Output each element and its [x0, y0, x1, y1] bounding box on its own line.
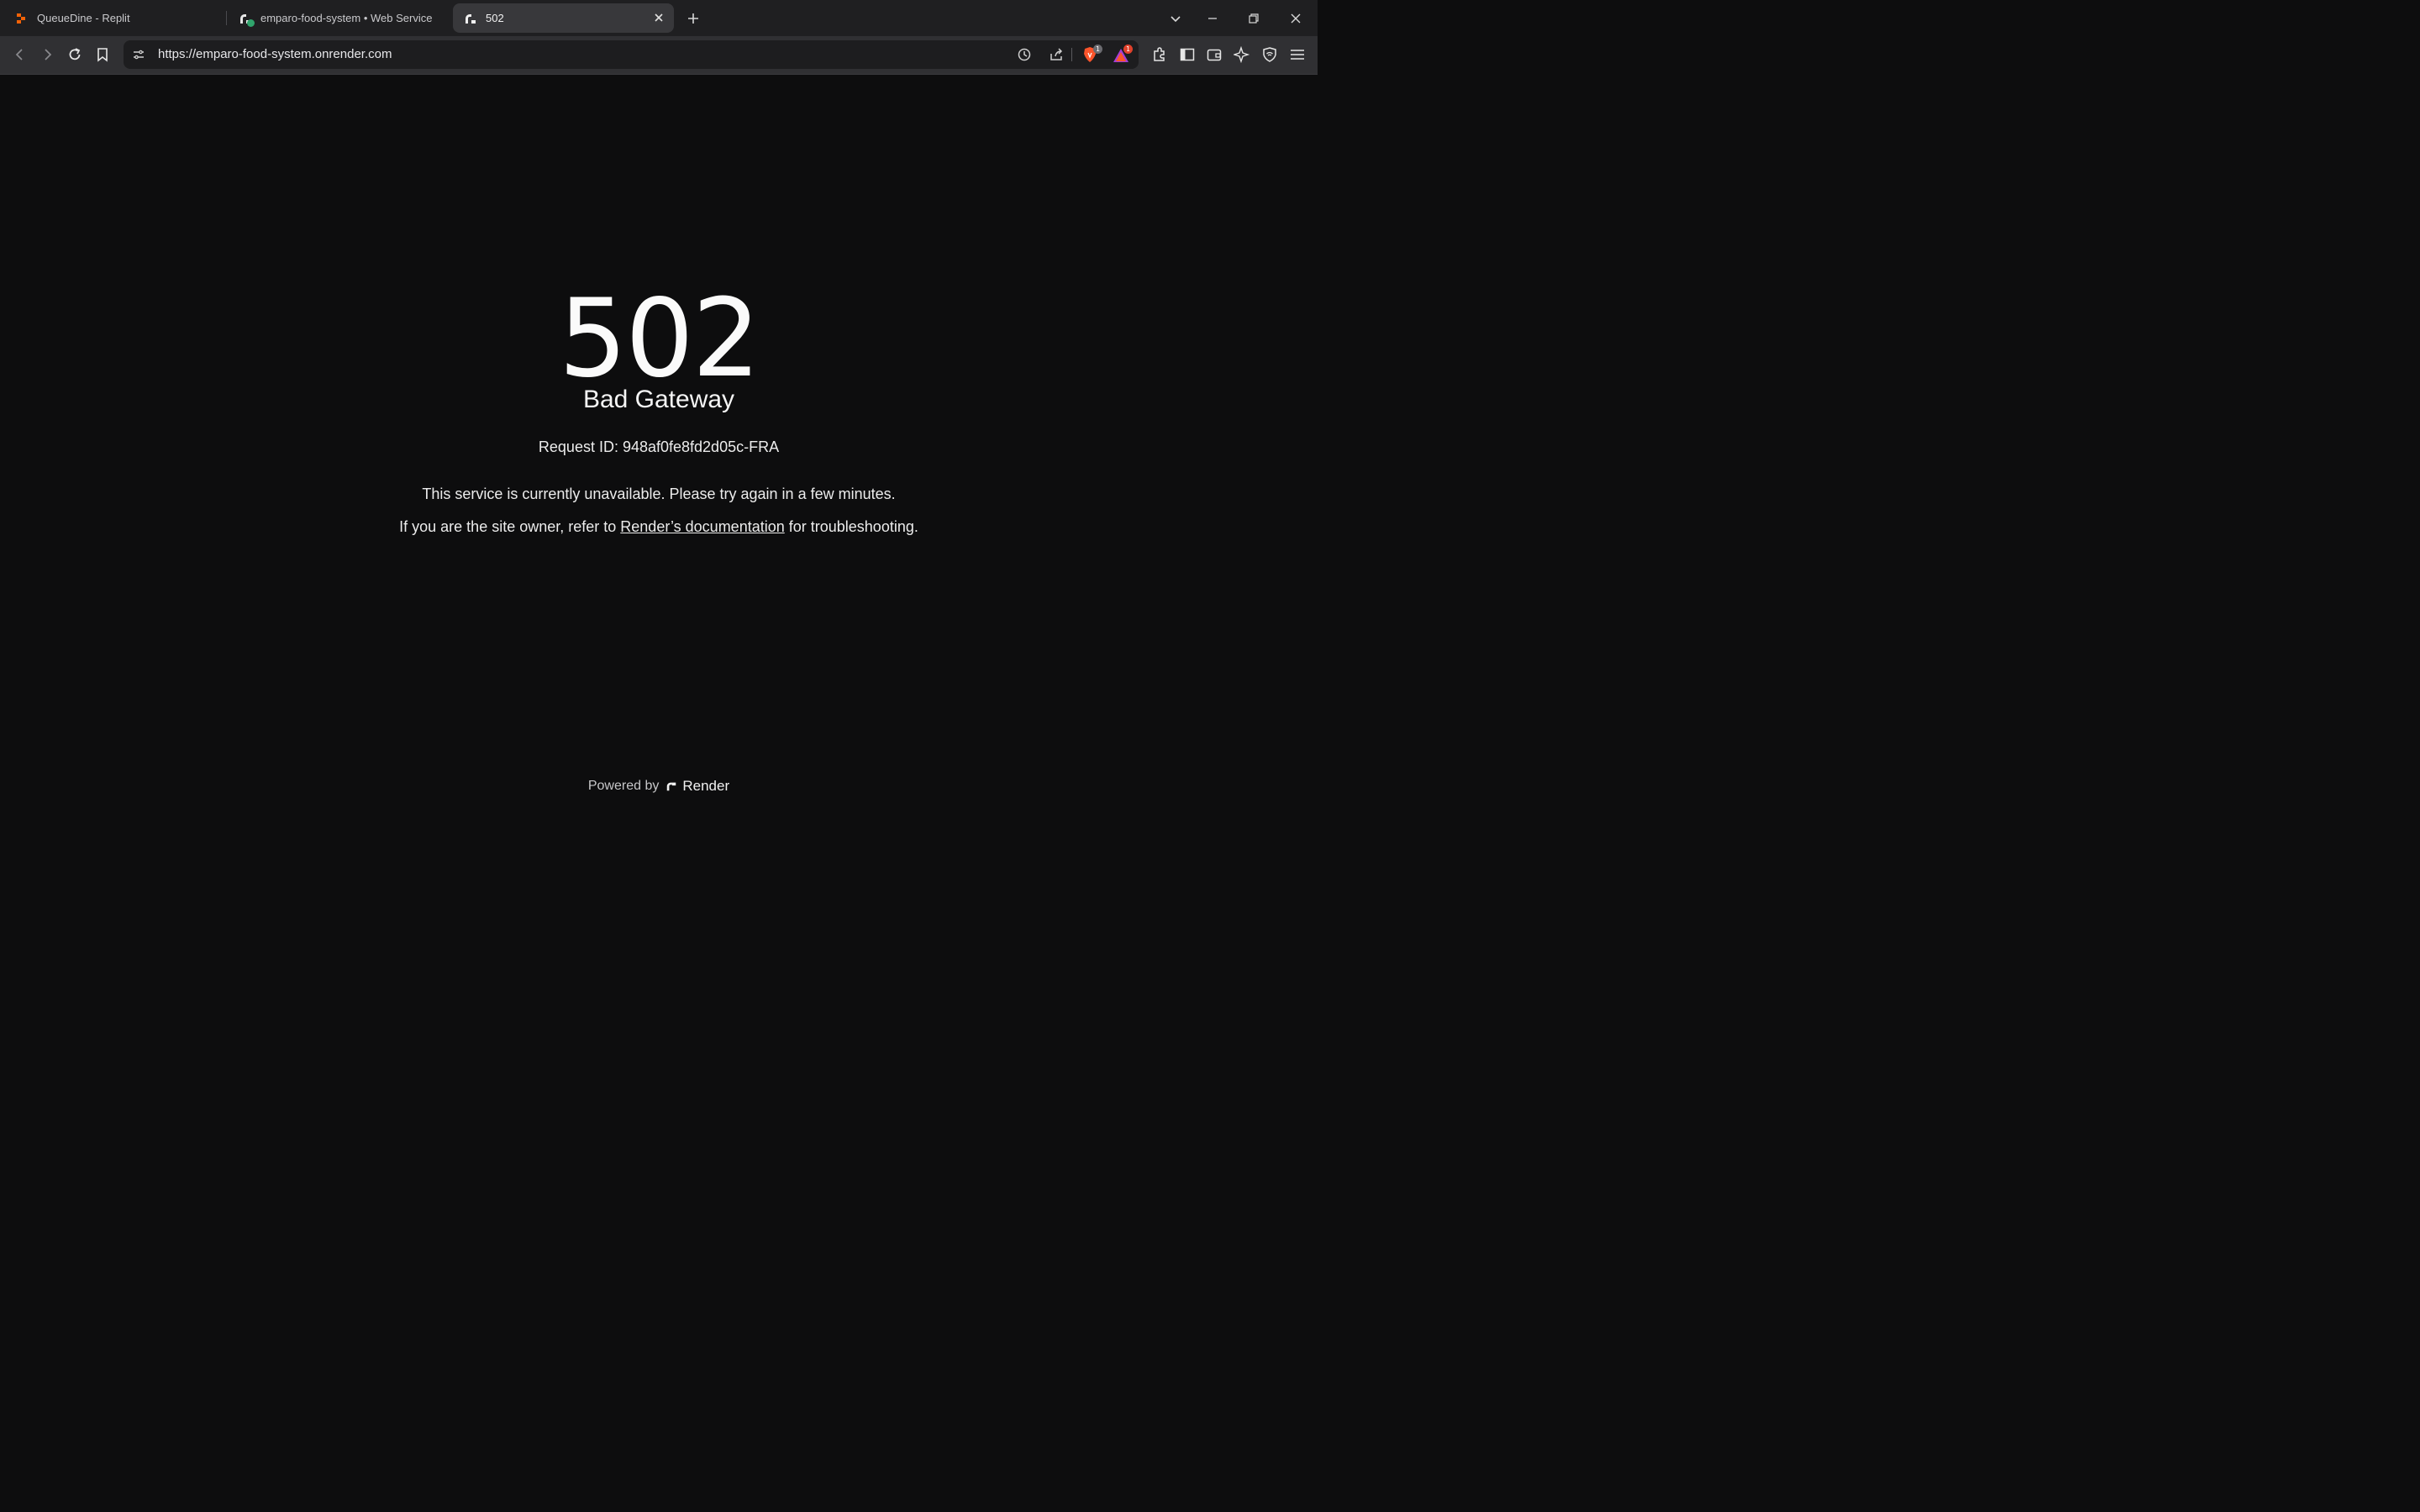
tab-title: QueueDine - Replit [37, 12, 130, 24]
new-tab-button[interactable] [681, 7, 705, 30]
docs-link[interactable]: Render’s documentation [620, 518, 784, 535]
powered-by-label: Powered by [587, 779, 660, 793]
restore-button[interactable] [1242, 7, 1265, 30]
tab-render-dashboard[interactable]: emparo-food-system • Web Service [232, 3, 442, 33]
site-info-icon[interactable] [132, 48, 145, 66]
status-check-icon [247, 18, 255, 27]
toolbar-divider [1071, 48, 1072, 61]
owner-message: If you are the site owner, refer to Rend… [0, 518, 1318, 536]
share-icon[interactable] [1049, 47, 1064, 66]
tab-divider [226, 11, 227, 25]
back-button[interactable] [8, 43, 32, 66]
owner-suffix: for troubleshooting. [784, 518, 918, 535]
render-icon [239, 12, 255, 27]
wallet-icon[interactable] [1202, 43, 1226, 66]
url-text[interactable]: https://emparo-food-system.onrender.com [158, 47, 392, 61]
rewards-badge: 1 [1123, 45, 1133, 54]
shields-badge: 1 [1093, 45, 1102, 54]
tab-502[interactable]: 502 [453, 3, 674, 33]
tab-replit[interactable]: QueueDine - Replit [8, 3, 218, 33]
render-icon [464, 12, 477, 25]
render-brand[interactable]: Render [682, 778, 729, 795]
request-id: Request ID: 948af0fe8fd2d05c-FRA [538, 438, 780, 455]
page-content: 502 Bad Gateway Request ID: 948af0fe8fd2… [0, 75, 1318, 823]
render-logo-icon [666, 780, 677, 792]
extensions-icon[interactable] [1148, 43, 1171, 66]
owner-prefix: If you are the site owner, refer to [399, 518, 621, 535]
browser-toolbar: https://emparo-food-system.onrender.com … [0, 36, 1318, 75]
minimize-button[interactable] [1201, 7, 1224, 30]
sidebar-icon[interactable] [1176, 43, 1199, 66]
bookmark-button[interactable] [91, 43, 114, 66]
tab-list-chevron-icon[interactable] [1164, 7, 1187, 30]
unavailable-message: This service is currently unavailable. P… [422, 486, 896, 502]
replit-icon [15, 12, 29, 25]
leo-ai-icon[interactable] [1230, 43, 1254, 66]
history-icon[interactable] [1017, 47, 1032, 66]
tab-title: emparo-food-system • Web Service [260, 12, 433, 24]
reload-button[interactable] [63, 43, 87, 66]
powered-by-footer: Powered by Render [0, 778, 1318, 795]
close-window-button[interactable] [1284, 7, 1307, 30]
status-text: Bad Gateway [582, 386, 735, 413]
vpn-shield-icon[interactable] [1258, 43, 1281, 66]
close-tab-icon[interactable] [652, 11, 666, 24]
tab-strip: QueueDine - Replit emparo-food-system • … [0, 0, 1318, 36]
menu-icon[interactable] [1286, 43, 1309, 66]
status-code: 502 [558, 276, 760, 402]
forward-button[interactable] [35, 43, 59, 66]
tab-title: 502 [486, 12, 504, 24]
address-bar[interactable]: https://emparo-food-system.onrender.com … [124, 40, 1139, 69]
